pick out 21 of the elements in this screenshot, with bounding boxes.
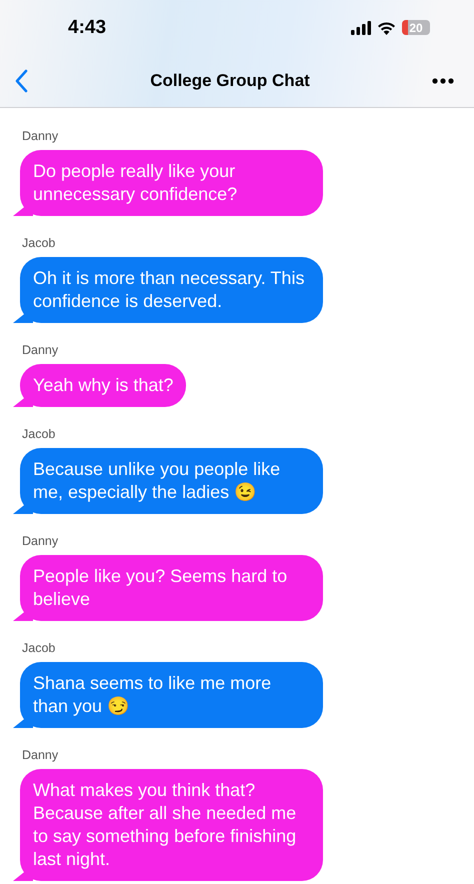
- message-bubble: Do people really like your unnecessary confidence?: [13, 150, 323, 216]
- more-icon[interactable]: [432, 78, 454, 84]
- battery-level: 20: [409, 20, 423, 34]
- wifi-icon: [377, 20, 396, 34]
- sender-name: Danny: [22, 747, 58, 763]
- sender-name: Danny: [22, 533, 58, 549]
- status-time: 4:43: [68, 16, 106, 38]
- message-bubble: What makes you think that? Because after all she needed me to say something before finishing last night.: [13, 769, 323, 881]
- sender-name: Jacob: [22, 235, 56, 251]
- message-bubble: Shana seems to like me more than you 😏: [13, 662, 323, 728]
- signal-icon: [351, 20, 371, 34]
- sender-name: Jacob: [22, 640, 56, 656]
- back-icon[interactable]: [14, 69, 28, 93]
- message-bubble: Oh it is more than necessary. This confidence is deserved.: [13, 257, 323, 323]
- sender-name: Jacob: [22, 426, 56, 442]
- message-bubble: Yeah why is that?: [13, 364, 186, 407]
- chat-title: College Group Chat: [150, 71, 310, 91]
- sender-name: Danny: [22, 128, 58, 144]
- sender-name: Danny: [22, 342, 58, 358]
- message-bubble: Because unlike you people like me, especially the ladies 😉: [13, 448, 323, 514]
- message-bubble: People like you? Seems hard to believe: [13, 555, 323, 621]
